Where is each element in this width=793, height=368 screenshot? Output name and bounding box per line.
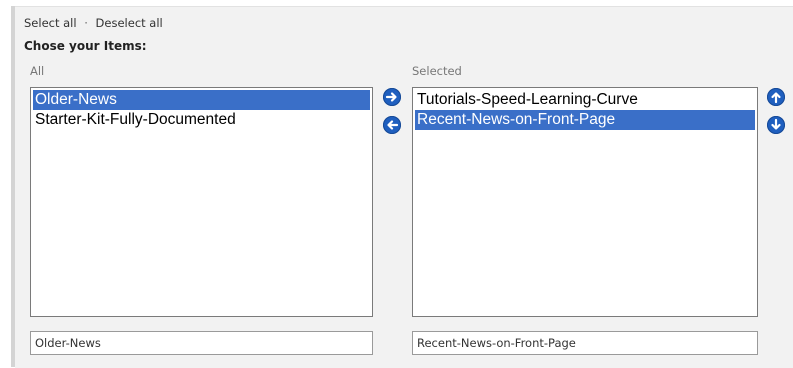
selected-list-item-0[interactable]: Tutorials-Speed-Learning-Curve <box>415 90 755 110</box>
selected-list-item-1[interactable]: Recent-News-on-Front-Page <box>415 110 755 130</box>
move-down-button[interactable] <box>767 116 785 134</box>
selected-value-field[interactable] <box>412 331 758 355</box>
all-list-item-0[interactable]: Older-News <box>33 90 370 110</box>
selected-items-listbox[interactable]: Tutorials-Speed-Learning-Curve Recent-Ne… <box>412 87 758 317</box>
move-left-button[interactable] <box>383 116 401 134</box>
select-all-link[interactable]: Select all <box>24 16 77 30</box>
arrow-up-icon <box>771 92 781 104</box>
arrow-left-icon <box>387 120 399 130</box>
link-separator: · <box>84 16 88 30</box>
selected-list-caption: Selected <box>412 64 462 78</box>
all-list-item-1[interactable]: Starter-Kit-Fully-Documented <box>33 110 370 130</box>
all-value-field[interactable] <box>30 331 373 355</box>
selection-links: Select all · Deselect all <box>24 16 163 30</box>
item-picker-window: Select all · Deselect all Chose your Ite… <box>0 0 793 368</box>
move-right-button[interactable] <box>383 88 401 106</box>
all-list-caption: All <box>30 64 45 78</box>
all-items-listbox[interactable]: Older-News Starter-Kit-Fully-Documented <box>30 87 373 317</box>
deselect-all-link[interactable]: Deselect all <box>96 16 163 30</box>
page-title: Chose your Items: <box>24 39 147 53</box>
arrow-right-icon <box>385 92 397 102</box>
arrow-down-icon <box>771 118 781 130</box>
move-up-button[interactable] <box>767 88 785 106</box>
